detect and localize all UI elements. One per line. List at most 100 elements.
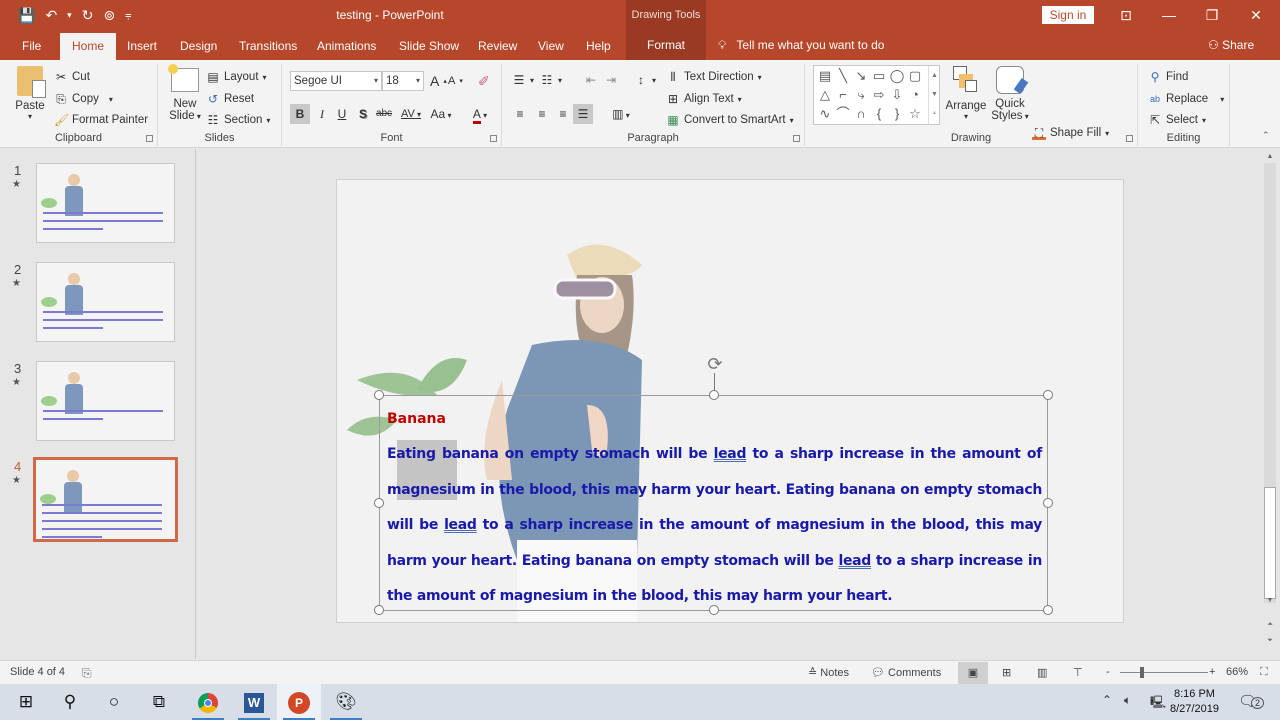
gallery-down-icon[interactable]: ▼ xyxy=(929,85,940,104)
slideshow-view-button[interactable]: ⊤ xyxy=(1073,666,1083,679)
scroll-down-icon[interactable]: ▼ xyxy=(1264,595,1276,607)
cortana-button[interactable]: ○ xyxy=(92,684,136,720)
zoom-slider-track[interactable] xyxy=(1120,672,1208,673)
spell-flagged-word[interactable]: lead xyxy=(714,446,747,462)
decrease-indent-button[interactable]: ⇤ xyxy=(584,73,598,87)
cut-button[interactable]: ✂ Cut xyxy=(54,70,90,84)
italic-button[interactable]: I xyxy=(312,104,332,124)
font-name-select[interactable]: Segoe UI ▾ xyxy=(290,71,382,91)
scroll-up-icon[interactable]: ▲ xyxy=(1264,151,1276,163)
restore-icon[interactable]: ❐ xyxy=(1197,4,1227,26)
copy-button[interactable]: ⎘ Copy ▾ xyxy=(54,92,113,106)
font-size-select[interactable]: 18 ▾ xyxy=(382,71,424,91)
shape-textbox[interactable]: ▤ xyxy=(816,67,834,85)
align-left-button[interactable]: ≡ xyxy=(510,104,530,124)
convert-smartart-button[interactable]: ▦ Convert to SmartArt ▾ xyxy=(666,113,793,127)
underline-button[interactable]: U xyxy=(332,104,352,124)
close-icon[interactable]: ✕ xyxy=(1241,4,1271,26)
resize-handle-nw[interactable] xyxy=(374,390,384,400)
notes-button[interactable]: ≙ Notes xyxy=(808,666,849,679)
minimize-icon[interactable]: — xyxy=(1154,4,1184,26)
font-color-button[interactable]: A ▾ xyxy=(466,104,494,124)
grow-font-button[interactable]: A ▴ xyxy=(430,73,447,89)
slide-thumbnail-pane[interactable]: 1 ★ 2 ★ 3 ★ 4 ★ xyxy=(0,149,196,659)
ribbon-display-options-icon[interactable]: ⊡ xyxy=(1111,4,1141,26)
tab-slide-show[interactable]: Slide Show xyxy=(391,33,467,60)
align-text-button[interactable]: ⊞ Align Text ▾ xyxy=(666,92,742,106)
resize-handle-w[interactable] xyxy=(374,498,384,508)
character-spacing-button[interactable]: AV ▾ xyxy=(396,104,426,124)
shape-star[interactable]: ☆ xyxy=(906,105,924,123)
slide-thumbnail-4[interactable] xyxy=(33,457,178,542)
increase-indent-button[interactable]: ⇥ xyxy=(604,73,618,87)
share-button[interactable]: ⚇ Share xyxy=(1208,38,1254,52)
shape-right-arrow[interactable]: ⇨ xyxy=(870,86,888,104)
justify-button[interactable]: ☰ xyxy=(573,104,593,124)
tab-format[interactable]: Format xyxy=(626,30,706,60)
align-center-button[interactable]: ≡ xyxy=(532,104,552,124)
slide-body-text[interactable]: Eating banana on empty stomach will be l… xyxy=(387,437,1042,615)
tab-review[interactable]: Review xyxy=(470,33,525,60)
gallery-up-icon[interactable]: ▲ xyxy=(929,66,940,85)
tab-animations[interactable]: Animations xyxy=(309,33,384,60)
shape-oval[interactable]: ◯ xyxy=(888,67,906,85)
numbering-button[interactable]: ☷ ▾ xyxy=(540,73,562,87)
task-view-button[interactable]: ⧉ xyxy=(137,684,181,720)
shape-left-brace[interactable]: { xyxy=(870,105,888,123)
shape-line[interactable]: ╲ xyxy=(834,67,852,85)
font-launcher-icon[interactable] xyxy=(490,135,497,142)
format-painter-button[interactable]: 🖌︎ Format Painter xyxy=(54,113,148,127)
quick-styles-button[interactable]: Quick Styles ▾ xyxy=(988,66,1032,122)
slide-thumbnail-3[interactable] xyxy=(36,361,175,441)
shrink-font-button[interactable]: A ▾ xyxy=(448,75,463,87)
system-clock[interactable]: 8:16 PM 8/27/2019 xyxy=(1170,687,1219,717)
next-slide-icon[interactable]: ⏷ xyxy=(1264,635,1276,647)
change-case-button[interactable]: Aa ▾ xyxy=(426,104,456,124)
scroll-thumb[interactable] xyxy=(1264,487,1276,599)
clipboard-launcher-icon[interactable] xyxy=(146,135,153,142)
tab-file[interactable]: File xyxy=(14,33,49,60)
start-button[interactable]: ⊞ xyxy=(4,684,48,720)
zoom-slider-thumb[interactable] xyxy=(1140,667,1144,678)
shape-arrow[interactable]: ↘ xyxy=(852,67,870,85)
text-shadow-button[interactable]: S xyxy=(353,104,373,124)
shape-fill-button[interactable]: ⛶ Shape Fill ▾ xyxy=(1032,126,1109,140)
section-button[interactable]: ☷ Section ▾ xyxy=(206,113,271,127)
shape-down-arrow[interactable]: ⇩ xyxy=(888,86,906,104)
shape-triangle[interactable]: △ xyxy=(816,86,834,104)
drawing-launcher-icon[interactable] xyxy=(1126,135,1133,142)
paragraph-launcher-icon[interactable] xyxy=(793,135,800,142)
bullets-button[interactable]: ☰ ▾ xyxy=(512,73,534,87)
fit-to-window-icon[interactable]: ⛶ xyxy=(1260,666,1268,679)
zoom-out-button[interactable]: - xyxy=(1106,666,1110,678)
paste-button[interactable]: Paste ▾ xyxy=(12,66,48,121)
slide-thumbnail-2[interactable] xyxy=(36,262,175,342)
spell-flagged-word[interactable]: lead xyxy=(838,553,871,569)
tab-design[interactable]: Design xyxy=(172,33,225,60)
align-right-button[interactable]: ≡ xyxy=(553,104,573,124)
chrome-taskbar-icon[interactable] xyxy=(186,684,230,720)
comments-button[interactable]: 💬︎ Comments xyxy=(871,666,941,679)
sign-in-button[interactable]: Sign in xyxy=(1042,6,1094,24)
columns-button[interactable]: ▥ ▾ xyxy=(606,104,636,124)
word-taskbar-icon[interactable]: W xyxy=(232,684,276,720)
network-icon[interactable]: 🖳︎ xyxy=(1150,693,1166,714)
resize-handle-sw[interactable] xyxy=(374,605,384,615)
tab-help[interactable]: Help xyxy=(578,33,619,60)
vertical-scrollbar[interactable]: ▲ ▼ ⏶ ⏷ xyxy=(1262,149,1278,659)
resize-handle-ne[interactable] xyxy=(1043,390,1053,400)
resize-handle-se[interactable] xyxy=(1043,605,1053,615)
previous-slide-icon[interactable]: ⏶ xyxy=(1264,619,1276,631)
tab-insert[interactable]: Insert xyxy=(119,33,165,60)
paint-taskbar-icon[interactable]: 🎨︎ xyxy=(324,684,368,720)
resize-handle-e[interactable] xyxy=(1043,498,1053,508)
replace-button[interactable]: ab Replace ▾ xyxy=(1148,92,1224,106)
tab-view[interactable]: View xyxy=(530,33,572,60)
slide-heading[interactable]: Banana xyxy=(387,411,446,427)
accessibility-check-icon[interactable]: ⎘ xyxy=(82,666,92,681)
gallery-more-icon[interactable]: ⩡ xyxy=(929,104,940,123)
shape-elbow-connector[interactable]: ⌐ xyxy=(834,86,852,104)
collapse-ribbon-icon[interactable]: ⌃ xyxy=(1262,130,1270,141)
rotate-handle-icon[interactable]: ⟳ xyxy=(704,353,726,375)
slide-sorter-button[interactable]: ⊞ xyxy=(1002,666,1011,679)
